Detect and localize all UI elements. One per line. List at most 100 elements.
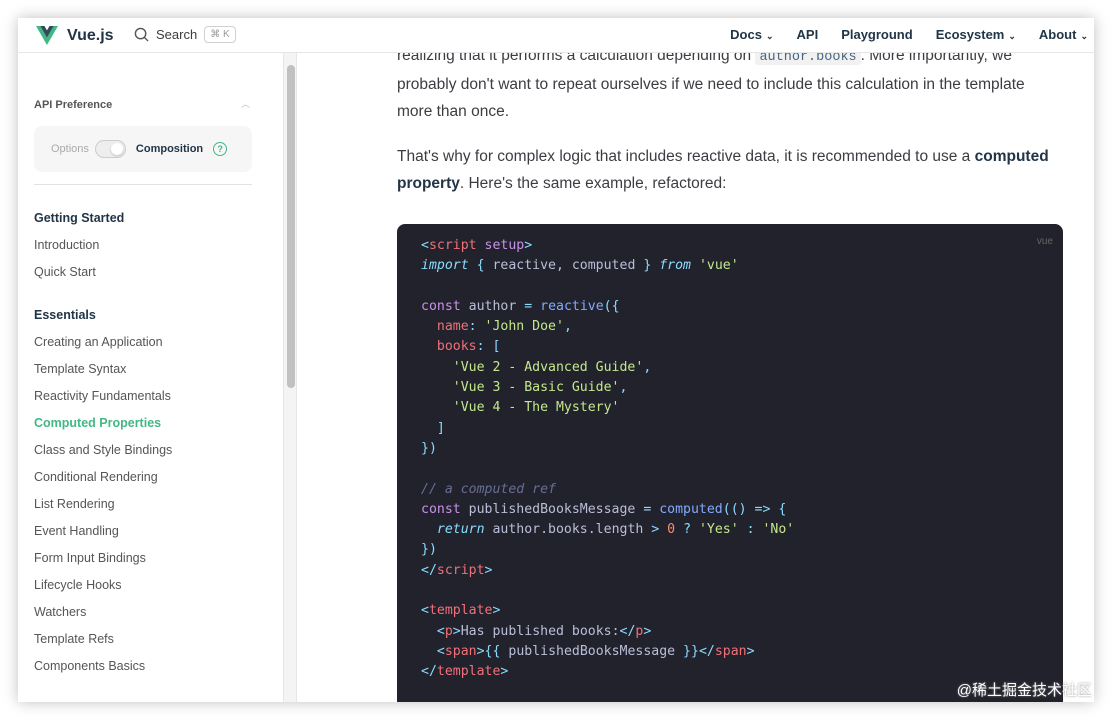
code-token: </ [421, 562, 437, 578]
vue-logo-icon [36, 26, 58, 45]
nav-api[interactable]: API [797, 27, 819, 42]
nav-label: Docs [730, 27, 762, 42]
search-icon [134, 27, 149, 42]
code-token: name [421, 319, 469, 335]
sidebar-item-computed-properties[interactable]: Computed Properties [34, 416, 161, 430]
code-line: }) [421, 439, 1063, 459]
sidebar: API Preference ︿ Options Composition ? G… [18, 53, 284, 702]
chevron-down-icon: ⌄ [765, 31, 774, 41]
nav-label: Playground [841, 27, 913, 42]
search-button[interactable]: Search ⌘ K [134, 26, 236, 43]
nav-label: Ecosystem [935, 27, 1005, 42]
code-token: : [468, 319, 485, 335]
code-line: <p>Has published books:</p> [421, 622, 1063, 642]
help-icon[interactable]: ? [213, 142, 228, 156]
code-token: }} [675, 643, 699, 659]
code-token: < [421, 603, 429, 619]
code-line: return author.books.length > 0 ? 'Yes' :… [421, 520, 1063, 540]
text: That's why for complex logic that includ… [397, 148, 975, 165]
code-line: const publishedBooksMessage = computed((… [421, 500, 1063, 520]
sidebar-item-quick-start[interactable]: Quick Start [34, 265, 96, 279]
sidebar-item-lifecycle-hooks[interactable]: Lifecycle Hooks [34, 578, 122, 592]
code-token: reactive [540, 298, 604, 314]
nav-about[interactable]: About ⌄ [1039, 27, 1088, 42]
code-token: {{ [484, 643, 509, 659]
code-token: </ [698, 643, 715, 659]
code-line: <script setup> [421, 236, 1063, 256]
nav-label: About [1038, 27, 1077, 42]
code-token: const [421, 501, 461, 517]
home-link[interactable]: Vue.js [36, 26, 114, 45]
code-token: template [428, 603, 493, 619]
sidebar-scrollbar[interactable] [284, 53, 297, 702]
main-nav: Docs ⌄ API Playground Ecosystem ⌄ About ⌄ [730, 27, 1088, 42]
code-token: Has published books: [460, 623, 620, 639]
sidebar-item-list-rendering[interactable]: List Rendering [34, 497, 115, 511]
code-line: </script> [421, 561, 1063, 581]
search-label: Search [156, 27, 198, 42]
code-token: ] [421, 420, 445, 436]
code-token: > [643, 623, 652, 639]
code-token: </ [421, 664, 437, 680]
nav-playground[interactable]: Playground [841, 27, 913, 42]
code-token: import [421, 258, 469, 274]
api-toggle[interactable] [94, 140, 126, 158]
code-token: publishedBooksMessage [460, 501, 644, 517]
code-token: : [738, 522, 763, 538]
api-preference-switch: Options Composition ? [34, 126, 252, 172]
code-token: , [563, 319, 572, 335]
sidebar-item-components-basics[interactable]: Components Basics [34, 659, 145, 673]
code-token: ? [675, 522, 699, 538]
nav-ecosystem[interactable]: Ecosystem ⌄ [936, 27, 1016, 42]
code-token: }) [421, 440, 437, 456]
code-line: 'Vue 3 - Basic Guide', [421, 378, 1063, 398]
code-token: < [421, 238, 429, 253]
sidebar-item-event-handling[interactable]: Event Handling [34, 524, 119, 538]
code-token: publishedBooksMessage [508, 643, 676, 659]
code-token: > [484, 562, 493, 578]
paragraph: That's why for complex logic that includ… [397, 143, 1062, 197]
sidebar-item-template-refs[interactable]: Template Refs [34, 632, 114, 646]
code-line: import { reactive, computed } from 'vue' [421, 256, 1063, 276]
nav-label: API [796, 27, 819, 42]
sidebar-item-form-input-bindings[interactable]: Form Input Bindings [34, 551, 146, 565]
code-token: , [643, 359, 652, 375]
code-token: 'John Doe' [484, 319, 564, 335]
brand-name: Vue.js [67, 26, 114, 44]
options-label: Options [51, 143, 89, 155]
sidebar-item-conditional-rendering[interactable]: Conditional Rendering [34, 470, 158, 484]
code-token: p [444, 623, 453, 639]
search-shortcut: ⌘ K [204, 26, 236, 43]
code-line: <span>{{ publishedBooksMessage }}</span> [421, 642, 1063, 662]
sidebar-item-template-syntax[interactable]: Template Syntax [34, 362, 126, 376]
code-token: 'Yes' [698, 522, 739, 538]
sidebar-item-creating-an-application[interactable]: Creating an Application [34, 335, 163, 349]
code-token: from [659, 258, 691, 274]
code-token: books [421, 339, 477, 355]
code-token: template [436, 664, 501, 680]
watermark: @稀土掘金技术社区 [956, 682, 1092, 699]
code-token: author [460, 298, 525, 314]
sidebar-item-introduction[interactable]: Introduction [34, 238, 99, 252]
code-token: </ [619, 623, 636, 639]
code-token: 'No' [762, 522, 795, 538]
nav-docs[interactable]: Docs ⌄ [730, 27, 773, 42]
code-token: > [452, 623, 461, 639]
chevron-down-icon: ⌄ [1008, 31, 1016, 41]
code-token: const [421, 298, 461, 314]
sidebar-item-reactivity-fundamentals[interactable]: Reactivity Fundamentals [34, 389, 171, 403]
code-token: 'vue' [698, 258, 739, 274]
sidebar-item-class-and-style-bindings[interactable]: Class and Style Bindings [34, 443, 172, 457]
code-token: < [421, 623, 445, 639]
code-token: } [635, 258, 660, 274]
chevron-up-icon[interactable]: ︿ [241, 97, 250, 110]
code-token: { [468, 258, 493, 274]
scrollbar-thumb[interactable] [287, 65, 295, 388]
code-line: 'Vue 4 - The Mystery' [421, 398, 1063, 418]
sidebar-item-watchers[interactable]: Watchers [34, 605, 86, 619]
composition-label: Composition [135, 143, 204, 155]
code-token: reactive, computed [492, 258, 636, 274]
